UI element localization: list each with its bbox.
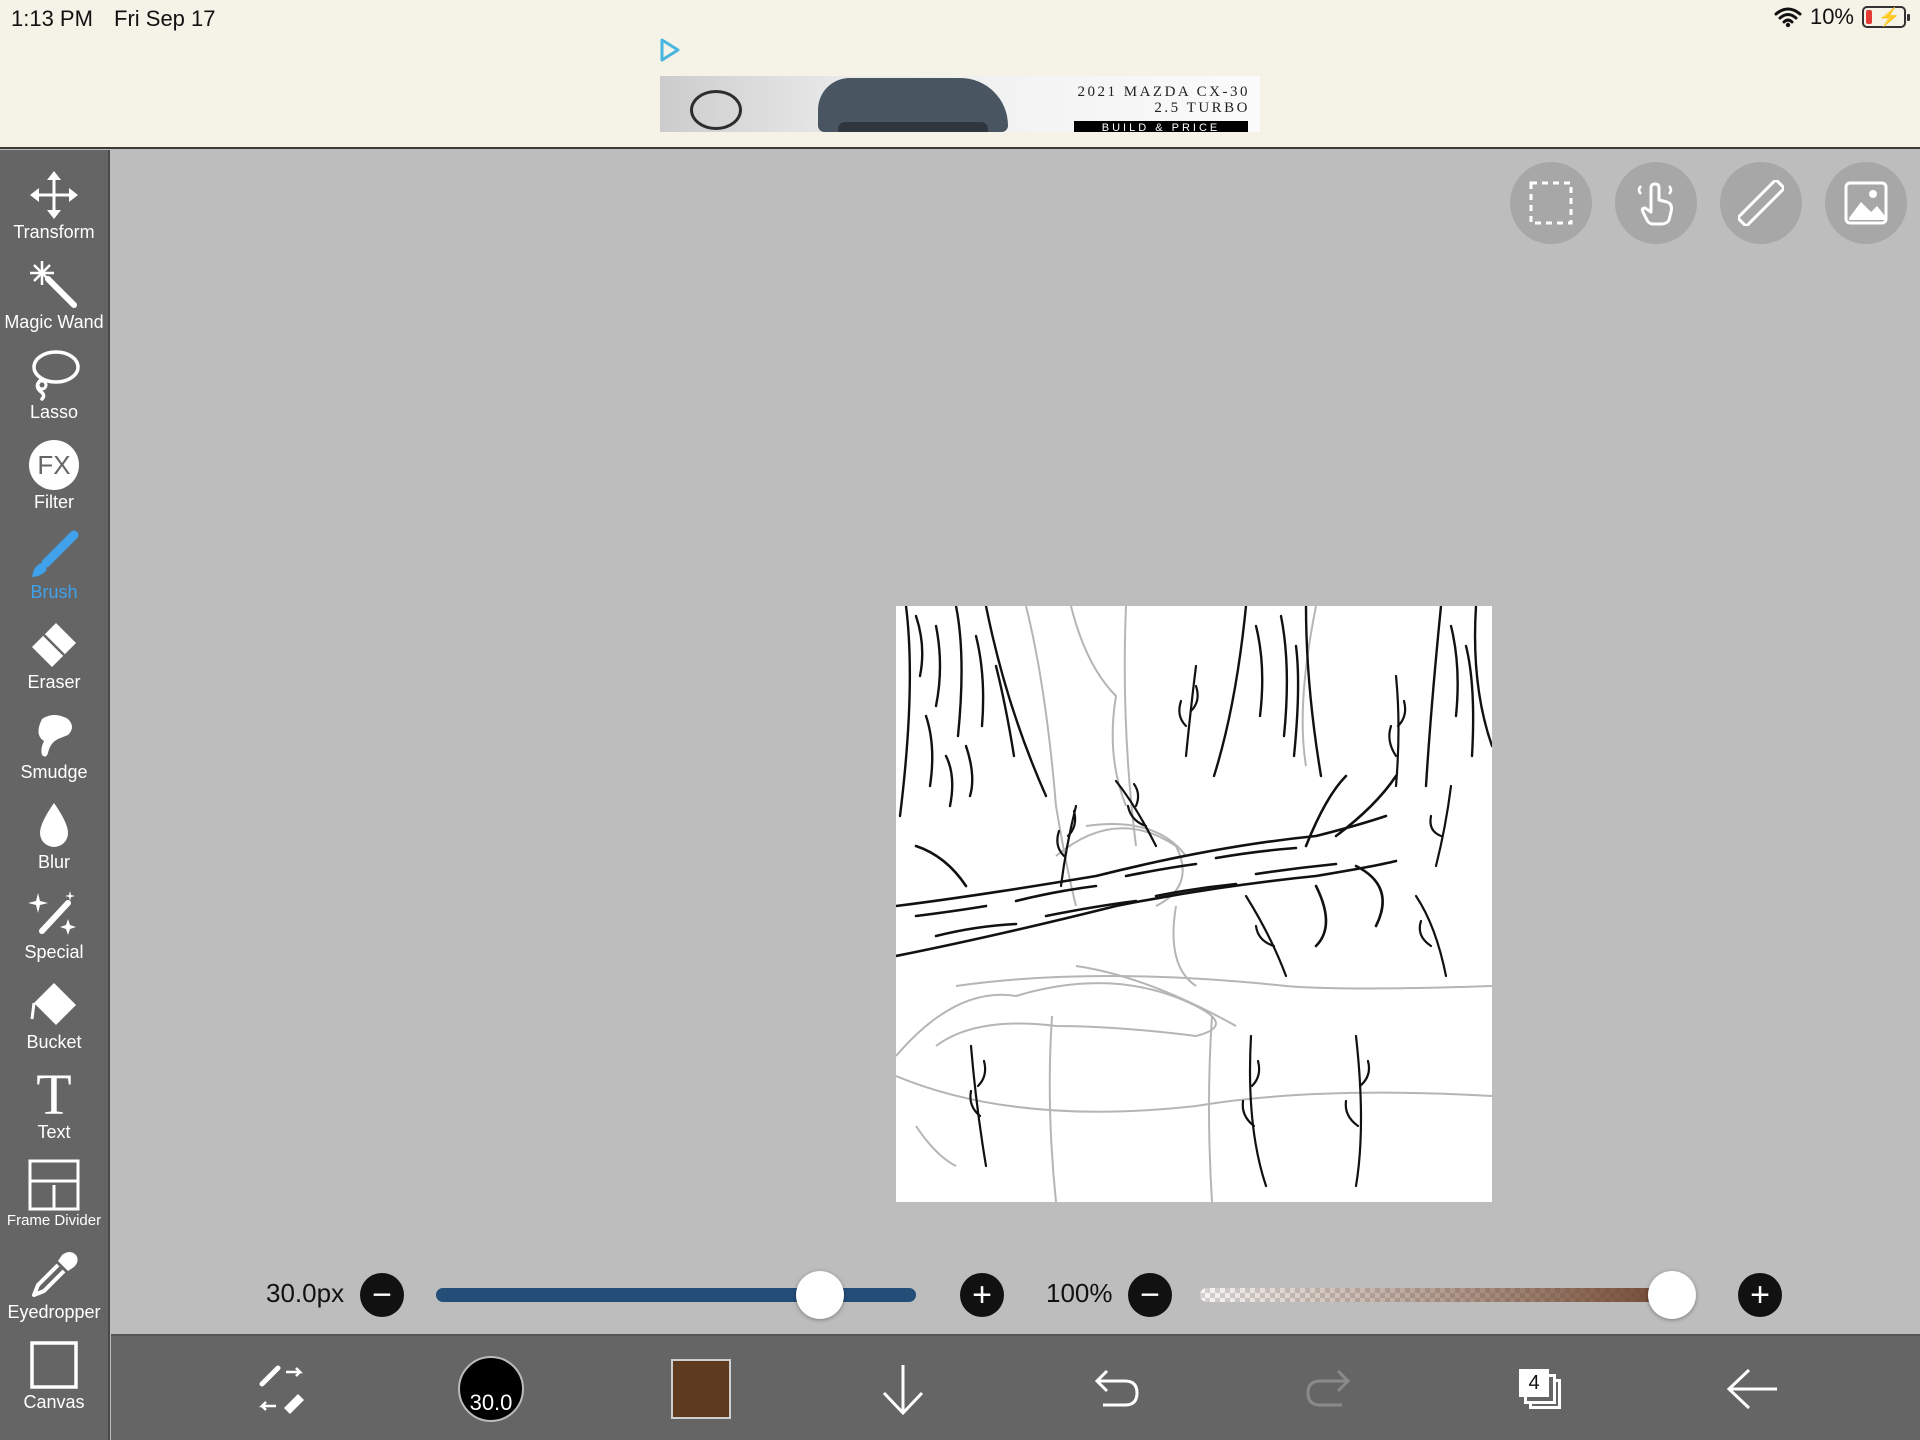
workspace[interactable]	[111, 150, 1920, 1334]
status-indicators: 10% ⚡	[1774, 4, 1910, 30]
selection-button[interactable]	[1510, 162, 1592, 244]
tool-label: Brush	[30, 582, 78, 602]
tool-label: Frame Divider	[6, 1212, 102, 1229]
special-icon	[28, 891, 76, 935]
brush-settings-button[interactable]: 30.0	[441, 1336, 541, 1440]
brush-icon	[32, 530, 79, 577]
magic-wand-icon	[30, 261, 77, 308]
layers-count: 4	[1519, 1369, 1549, 1397]
tool-label: Magic Wand	[4, 312, 104, 332]
tool-magic-wand[interactable]: Magic Wand	[0, 258, 108, 346]
tool-label: Bucket	[26, 1032, 82, 1052]
brush-size-value: 30.0	[469, 1390, 513, 1415]
undo-icon	[1094, 1369, 1139, 1407]
tool-special[interactable]: Special	[0, 888, 108, 976]
reference-button[interactable]	[1825, 162, 1907, 244]
text-icon: T	[36, 1062, 72, 1127]
opacity-minus-button[interactable]: −	[1128, 1273, 1172, 1317]
layers-button[interactable]: 4	[1491, 1336, 1591, 1440]
sketch-artwork	[894, 604, 1494, 1203]
lasso-icon	[32, 350, 80, 401]
fx-icon: FX	[29, 440, 79, 490]
tool-label: Text	[37, 1122, 71, 1142]
quick-swap-button[interactable]	[231, 1336, 331, 1440]
tool-frame-divider[interactable]: Frame Divider	[0, 1158, 108, 1246]
ad-title-line2: 2.5 TURBO	[1154, 100, 1250, 116]
brush-size-label: 30.0px	[266, 1278, 345, 1308]
tool-label: Lasso	[29, 402, 79, 422]
opacity-slider[interactable]	[1200, 1288, 1696, 1302]
tool-transform[interactable]: Transform	[0, 168, 108, 256]
color-swatch	[671, 1359, 731, 1419]
opacity-plus-button[interactable]: +	[1738, 1273, 1782, 1317]
gesture-button[interactable]	[1615, 162, 1697, 244]
tool-text[interactable]: T Text	[0, 1062, 108, 1156]
frame-divider-icon	[28, 1159, 80, 1211]
canvas-icon	[30, 1341, 78, 1389]
brush-size-minus-button[interactable]: −	[360, 1273, 404, 1317]
layers-icon: 4	[1513, 1361, 1569, 1417]
tool-eyedropper[interactable]: Eyedropper	[0, 1248, 108, 1336]
tool-sidebar: Transform Magic Wand Lasso FX Filter Bru…	[0, 150, 110, 1440]
tool-canvas[interactable]: Canvas	[0, 1338, 108, 1426]
tool-label: Eraser	[27, 672, 81, 692]
status-date: Fri Sep 17	[114, 6, 216, 31]
ad-title-line1: 2021 MAZDA CX-30	[1077, 84, 1250, 100]
opacity-label: 100%	[1046, 1278, 1113, 1308]
back-button[interactable]	[1703, 1336, 1803, 1440]
selection-icon	[1529, 181, 1573, 225]
gesture-hand-icon	[1637, 182, 1673, 226]
ad-car-image	[818, 78, 1008, 132]
arrow-left-icon	[1726, 1368, 1777, 1410]
tool-label: Blur	[37, 852, 70, 872]
bottom-toolbar: 30.0 4	[111, 1334, 1920, 1440]
undo-button[interactable]	[1066, 1336, 1166, 1440]
battery-icon: ⚡	[1862, 6, 1910, 28]
bucket-icon	[30, 983, 76, 1025]
tool-filter[interactable]: FX Filter	[0, 438, 108, 526]
status-and-ad-bar: 1:13 PM Fri Sep 17 10% ⚡ 2021 MAZDA CX-3…	[0, 0, 1920, 149]
redo-button[interactable]	[1279, 1336, 1379, 1440]
eraser-icon	[32, 623, 76, 667]
transform-icon	[30, 171, 78, 219]
color-button[interactable]	[651, 1336, 751, 1440]
eyedropper-icon	[32, 1252, 78, 1297]
brush-size-plus-button[interactable]: +	[960, 1273, 1004, 1317]
ad-banner[interactable]: 2021 MAZDA CX-30 2.5 TURBO BUILD & PRICE	[660, 76, 1260, 132]
blur-drop-icon	[40, 803, 68, 847]
brush-size-preview: 30.0	[458, 1356, 524, 1422]
battery-percent: 10%	[1809, 4, 1854, 29]
tool-label: Smudge	[20, 762, 88, 782]
status-time: 1:13 PM	[11, 6, 93, 31]
tool-label: Filter	[34, 492, 74, 512]
wifi-icon	[1774, 7, 1802, 28]
reference-image-icon	[1844, 181, 1888, 225]
smudge-icon	[38, 715, 72, 757]
tool-label: Special	[24, 942, 84, 962]
ad-cta-button[interactable]: BUILD & PRICE	[1074, 121, 1248, 132]
arrow-down-icon	[882, 1365, 924, 1416]
tool-smudge[interactable]: Smudge	[0, 708, 108, 796]
tool-lasso[interactable]: Lasso	[0, 348, 108, 436]
brush-size-thumb[interactable]	[796, 1271, 844, 1319]
redo-icon	[1306, 1369, 1351, 1407]
ruler-icon	[1738, 180, 1784, 226]
tool-label: Canvas	[23, 1392, 85, 1412]
tool-bucket[interactable]: Bucket	[0, 978, 108, 1066]
brush-eraser-swap-icon	[258, 1365, 304, 1414]
mazda-logo	[690, 90, 742, 130]
tool-blur[interactable]: Blur	[0, 798, 108, 886]
ruler-button[interactable]	[1720, 162, 1802, 244]
opacity-thumb[interactable]	[1648, 1271, 1696, 1319]
tool-brush[interactable]: Brush	[0, 528, 108, 616]
download-button[interactable]	[853, 1336, 953, 1440]
tool-label: Transform	[13, 222, 95, 242]
brush-size-slider[interactable]	[436, 1288, 916, 1302]
tool-eraser[interactable]: Eraser	[0, 618, 108, 706]
tool-label: Eyedropper	[7, 1302, 101, 1322]
drawing-canvas[interactable]	[894, 604, 1494, 1203]
ad-choices-icon[interactable]	[656, 36, 684, 64]
